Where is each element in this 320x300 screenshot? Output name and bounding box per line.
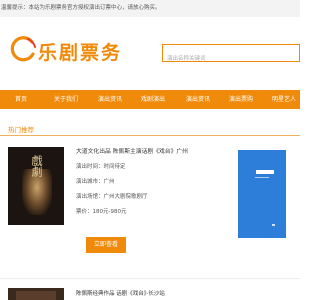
nav-news[interactable]: 演出资讯 — [98, 90, 122, 109]
show-price: 票价：180元-980元 — [76, 209, 127, 215]
qr-code-panel — [238, 150, 286, 238]
show-venue: 演出场馆：广州大剧院歌剧厅 — [76, 194, 148, 200]
nav-tickets[interactable]: 演出票购 — [229, 90, 253, 109]
logo-text: 乐剧票务 — [38, 42, 123, 64]
section-title: 热门推荐 — [8, 126, 34, 134]
show-time: 演出时间：时间待定 — [76, 164, 126, 170]
qr-bar — [256, 170, 274, 174]
show-title-2[interactable]: 陈佩斯经典作品 话剧《戏台》·长沙站 — [76, 289, 165, 297]
nav-news-2[interactable]: 演出资讯 — [186, 90, 210, 109]
search-box[interactable] — [162, 44, 300, 67]
show-poster[interactable]: 戲劇 — [8, 147, 64, 225]
show-poster-2[interactable] — [8, 288, 64, 300]
qr-bar-secondary — [255, 177, 269, 178]
show-city: 演出城市：广州 — [76, 179, 115, 185]
logo-ring-icon — [10, 36, 36, 62]
poster-2-detail — [16, 291, 56, 300]
nav-drama[interactable]: 戏剧演出 — [141, 90, 165, 109]
site-logo[interactable]: 乐剧票务 — [8, 32, 128, 68]
nav-home[interactable]: 首页 — [15, 90, 27, 109]
nav-about[interactable]: 关于我们 — [54, 90, 78, 109]
show-title[interactable]: 大道文化出品 陈佩斯主演话剧《戏台》广州 — [76, 146, 188, 155]
main-nav: 首页 关于我们 演出资讯 戏剧演出 演出资讯 演出票购 明星艺人 — [0, 90, 300, 109]
nav-stars[interactable]: 明星艺人 — [272, 90, 296, 109]
qr-dot — [272, 224, 275, 226]
poster-calligraphy: 戲劇 — [30, 155, 43, 177]
view-details-button[interactable]: 立即查看 — [86, 237, 126, 253]
section-divider — [0, 135, 300, 136]
list-divider — [0, 278, 300, 279]
notice-bar: 温馨提示：本站为乐剧票务官方授权演出订票中心，请放心购买。 — [0, 0, 300, 17]
search-input[interactable] — [163, 51, 299, 67]
